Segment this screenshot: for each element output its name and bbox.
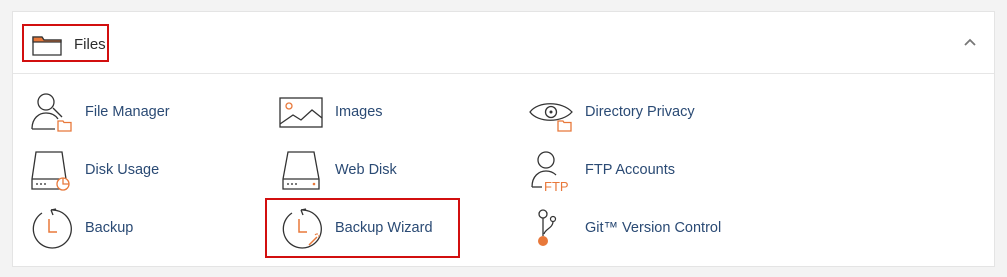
backup-link[interactable]: Backup xyxy=(29,207,229,251)
backup-wizard-icon xyxy=(282,208,322,249)
backup-wizard-link[interactable]: Backup Wizard xyxy=(279,207,479,251)
section-title: Files xyxy=(74,36,106,53)
web-disk-link[interactable]: Web Disk xyxy=(279,149,479,193)
images-icon xyxy=(279,97,323,128)
images-link[interactable]: Images xyxy=(279,91,479,135)
item-label: Web Disk xyxy=(335,162,397,178)
item-label: FTP Accounts xyxy=(585,162,675,178)
section-title-highlight: Files xyxy=(22,24,109,62)
git-version-control-icon xyxy=(538,209,557,246)
disk-usage-icon xyxy=(31,151,70,191)
item-label: Git™ Version Control xyxy=(585,220,722,236)
web-disk-icon xyxy=(282,151,320,190)
git-version-control-link[interactable]: Git™ Version Control xyxy=(529,207,769,251)
ftp-accounts-link[interactable]: FTP FTP Accounts xyxy=(529,149,729,193)
disk-usage-link[interactable]: Disk Usage xyxy=(29,149,229,193)
item-label: Images xyxy=(335,104,383,120)
item-label: Backup xyxy=(85,220,134,236)
item-label: Disk Usage xyxy=(85,162,160,178)
panel-header[interactable]: Files xyxy=(13,12,994,74)
ftp-accounts-icon: FTP xyxy=(531,151,569,193)
chevron-up-icon[interactable] xyxy=(962,34,978,50)
ftp-icon-text: FTP xyxy=(544,179,569,193)
file-manager-icon xyxy=(31,93,72,132)
item-label: Directory Privacy xyxy=(585,104,695,120)
file-manager-link[interactable]: File Manager xyxy=(29,91,229,135)
directory-privacy-link[interactable]: Directory Privacy xyxy=(529,91,729,135)
item-label: File Manager xyxy=(85,104,170,120)
item-label: Backup Wizard xyxy=(335,220,433,236)
folder-icon xyxy=(32,36,62,56)
backup-icon xyxy=(32,208,72,249)
directory-privacy-icon xyxy=(529,103,573,132)
